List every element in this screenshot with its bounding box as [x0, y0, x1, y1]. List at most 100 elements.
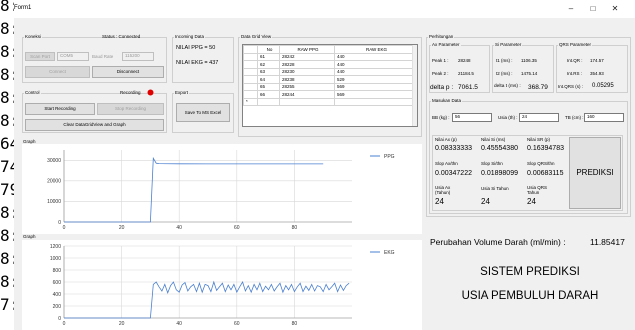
qrs-thn-value: 0.00683115 [527, 170, 564, 177]
table-cell[interactable]: 28238 [279, 75, 335, 84]
left-overlay-number: 8: [0, 203, 14, 222]
usia-input[interactable]: 24 [519, 113, 559, 122]
row-header[interactable] [243, 67, 258, 76]
com-port-select[interactable]: COM5 [57, 52, 89, 61]
t1-label: t1 (ms) : [496, 58, 513, 63]
t2-value: 1475.14 [521, 71, 538, 76]
ekg-y-tick-label: 600 [53, 280, 62, 286]
usia-qrs-sublabel: Tahun [527, 190, 540, 195]
grid-col-no[interactable]: No [257, 45, 280, 54]
table-cell[interactable]: 440 [334, 60, 417, 69]
close-button[interactable]: ✕ [607, 3, 623, 15]
stop-recording-button[interactable]: Stop Recording [97, 103, 164, 115]
control-label: Control [24, 90, 41, 95]
usia-ax-sublabel: (Tahun) [435, 190, 451, 195]
left-overlay-number: 74 [0, 157, 14, 176]
new-row-marker: * [243, 97, 258, 106]
peak2-value: 21184.5 [458, 71, 474, 76]
row-header[interactable] [243, 90, 258, 99]
table-cell[interactable] [279, 97, 335, 106]
ekg-y-tick-label: 1200 [50, 244, 61, 250]
ppg-x-tick-label: 80 [292, 225, 298, 231]
table-cell[interactable] [334, 97, 417, 106]
left-overlay-number: 8: [0, 19, 14, 38]
delta-p-value: 7061.5 [458, 84, 478, 91]
table-cell[interactable]: 440 [334, 52, 417, 61]
row-header[interactable] [243, 52, 258, 61]
koneksi-label: Koneksi [24, 34, 43, 39]
usia-si-label: Usia Si Tahun [481, 186, 509, 191]
ekg-x-tick-label: 20 [119, 321, 125, 327]
table-cell[interactable] [257, 97, 280, 106]
grid-header-row: No RAW PPG RAW EKG [243, 45, 417, 54]
table-cell[interactable]: 569 [334, 82, 417, 91]
left-overlay-number: 8: [0, 0, 14, 15]
table-row[interactable]: 63 28230 440 [243, 67, 417, 76]
left-overlay-number: 8: [0, 272, 14, 291]
prediksi-button[interactable]: PREDIKSI [569, 137, 621, 209]
ppg-value: NILAI PPG = 50 [176, 45, 216, 51]
bb-input[interactable]: 56 [452, 113, 492, 122]
table-cell[interactable]: 62 [257, 60, 280, 69]
si-p-label: Nilai Si (ms) [481, 137, 506, 142]
recording-indicator-icon [147, 89, 154, 96]
int-qr-value: 174.57 [590, 58, 604, 63]
table-row[interactable]: 64 28238 529 [243, 75, 417, 84]
left-overlay-number: 8: [0, 42, 14, 61]
ekg-y-tick-label: 400 [53, 292, 62, 298]
table-row[interactable]: 66 28244 569 [243, 90, 417, 99]
ppg-x-tick-label: 40 [176, 225, 182, 231]
table-cell[interactable]: 61 [257, 52, 280, 61]
table-row[interactable]: 61 28242 440 [243, 52, 417, 61]
ekg-x-tick-label: 0 [63, 321, 66, 327]
tb-input[interactable]: 160 [584, 113, 624, 122]
peak1-value: 28248 [458, 58, 471, 63]
si-thn-value: 0.01898099 [481, 170, 518, 177]
row-header[interactable] [243, 75, 258, 84]
si-thn-label: Slop Si/thn [481, 161, 503, 166]
table-cell[interactable]: 63 [257, 67, 280, 76]
ekg-y-tick-label: 0 [58, 316, 61, 322]
table-cell[interactable]: 569 [334, 90, 417, 99]
baud-rate-label: Baud Rate [92, 54, 114, 59]
data-grid[interactable]: No RAW PPG RAW EKG 61 28242 440 62 28228 440 6… [242, 44, 418, 127]
table-row[interactable]: 65 28255 569 [243, 82, 417, 91]
grid-col-raw-ppg[interactable]: RAW PPG [279, 45, 335, 54]
start-recording-button[interactable]: Start Recording [25, 103, 95, 115]
clear-data-button[interactable]: Clear DataGridView and Graph [25, 119, 164, 131]
row-header[interactable] [243, 60, 258, 69]
baud-rate-select[interactable]: 115200 [122, 52, 154, 61]
table-cell[interactable]: 529 [334, 75, 417, 84]
save-excel-button[interactable]: Save To MS Excel [176, 103, 230, 122]
ekg-chart: 1200 1000 800 600 400 200 00 20 40 60 80 EKG [22, 240, 422, 330]
maximize-button[interactable]: □ [585, 3, 601, 15]
table-cell[interactable]: 28242 [279, 52, 335, 61]
new-row[interactable]: * [243, 97, 417, 106]
table-cell[interactable]: 28255 [279, 82, 335, 91]
table-cell[interactable]: 28230 [279, 67, 335, 76]
table-cell[interactable]: 66 [257, 90, 280, 99]
disconnect-button[interactable]: Disconnect [92, 66, 164, 78]
tb-label: TB (cm) : [565, 115, 584, 120]
table-cell[interactable]: 65 [257, 82, 280, 91]
grid-scrollbar[interactable] [412, 45, 417, 126]
peak1-label: Peak 1 : [432, 58, 449, 63]
table-row[interactable]: 62 28228 440 [243, 60, 417, 69]
sistem-title-line1: SISTEM PREDIKSI [480, 266, 580, 278]
row-header[interactable] [243, 82, 258, 91]
window-title: Form1 [14, 5, 32, 11]
table-cell[interactable]: 28228 [279, 60, 335, 69]
connect-button[interactable]: Connect [25, 66, 90, 78]
table-cell[interactable]: 28244 [279, 90, 335, 99]
grid-col-raw-ekg[interactable]: RAW EKG [334, 45, 417, 54]
left-overlay-number: 64 [0, 134, 14, 153]
left-overlay-number: 8: [0, 249, 14, 268]
table-cell[interactable]: 440 [334, 67, 417, 76]
minimize-button[interactable]: – [563, 3, 579, 15]
scan-port-button[interactable]: Scan Port [25, 52, 55, 61]
sistem-title-line2: USIA PEMBULUH DARAH [461, 290, 599, 302]
table-cell[interactable]: 64 [257, 75, 280, 84]
ppg-x-tick-label: 0 [63, 225, 66, 231]
ekg-legend-label: EKG [384, 250, 395, 256]
volume-value: 11.85417 [590, 237, 625, 247]
